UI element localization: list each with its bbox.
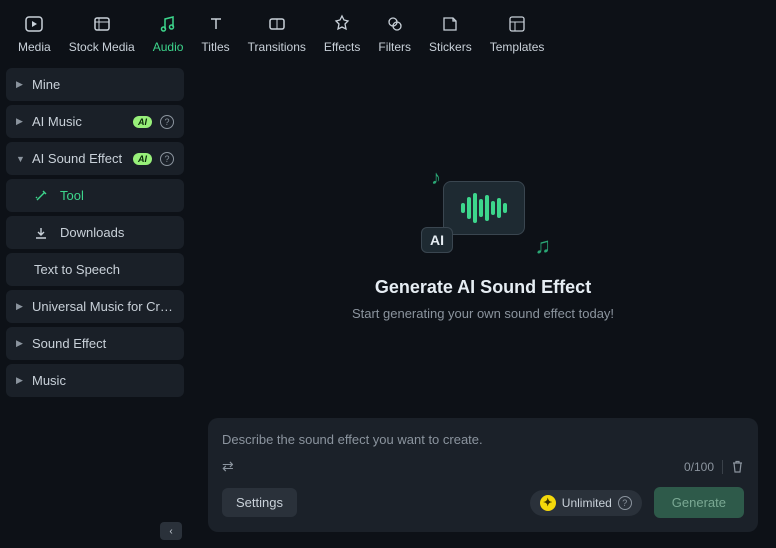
tab-label: Effects <box>324 40 360 54</box>
shuffle-icon[interactable]: ⇄ <box>222 458 234 475</box>
sub-label: Downloads <box>60 225 124 240</box>
sidebar-item-music[interactable]: ▶ Music <box>6 364 184 397</box>
audio-icon <box>156 12 180 36</box>
media-icon <box>22 12 46 36</box>
sidebar-sub-downloads[interactable]: Downloads <box>6 216 184 249</box>
tab-label: Stock Media <box>69 40 135 54</box>
hero-title: Generate AI Sound Effect <box>375 277 591 298</box>
tab-transitions[interactable]: Transitions <box>248 12 306 54</box>
sidebar-label: Mine <box>32 77 174 92</box>
help-icon[interactable]: ? <box>618 496 632 510</box>
stock-icon <box>90 12 114 36</box>
effects-icon <box>330 12 354 36</box>
ai-badge: AI <box>133 116 152 128</box>
music-note-icon: ♫ <box>535 233 552 259</box>
tab-label: Templates <box>490 40 545 54</box>
sidebar-label: Music <box>32 373 174 388</box>
sidebar-item-ai-sound-effect[interactable]: ▼ AI Sound Effect AI ? <box>6 142 184 175</box>
sub-label: Text to Speech <box>34 262 120 277</box>
main-panel: ♪ AI ♫ Generate AI Sound Effect Start ge… <box>190 62 776 548</box>
tab-media[interactable]: Media <box>18 12 51 54</box>
sidebar: ▶ Mine ▶ AI Music AI ? ▼ AI Sound Effect… <box>0 62 190 548</box>
caret-icon: ▼ <box>16 154 24 164</box>
divider <box>722 460 723 474</box>
tab-label: Audio <box>153 40 184 54</box>
tab-label: Stickers <box>429 40 472 54</box>
templates-icon <box>505 12 529 36</box>
waveform-bubble <box>443 181 525 235</box>
tab-label: Titles <box>201 40 229 54</box>
unlimited-label: Unlimited <box>562 496 612 510</box>
caret-icon: ▶ <box>16 301 24 312</box>
sub-label: Tool <box>60 188 84 203</box>
tab-label: Media <box>18 40 51 54</box>
caret-icon: ▶ <box>16 116 24 127</box>
content-area: ▶ Mine ▶ AI Music AI ? ▼ AI Sound Effect… <box>0 62 776 548</box>
tab-filters[interactable]: Filters <box>378 12 411 54</box>
filters-icon <box>383 12 407 36</box>
help-icon[interactable]: ? <box>160 115 174 129</box>
sidebar-label: Sound Effect <box>32 336 174 351</box>
hero-section: ♪ AI ♫ Generate AI Sound Effect Start ge… <box>208 72 758 418</box>
download-icon <box>34 226 50 240</box>
tab-stickers[interactable]: Stickers <box>429 12 472 54</box>
chevron-left-icon: ‹ <box>169 526 172 537</box>
help-icon[interactable]: ? <box>160 152 174 166</box>
hero-illustration: ♪ AI ♫ <box>413 169 553 259</box>
sidebar-sub-tool[interactable]: Tool <box>6 179 184 212</box>
tab-stock-media[interactable]: Stock Media <box>69 12 135 54</box>
char-counter: 0/100 <box>684 460 714 474</box>
caret-icon: ▶ <box>16 79 24 90</box>
generate-button[interactable]: Generate <box>654 487 744 518</box>
settings-button[interactable]: Settings <box>222 488 297 517</box>
sidebar-item-universal-music[interactable]: ▶ Universal Music for Cre... <box>6 290 184 323</box>
tab-titles[interactable]: Titles <box>201 12 229 54</box>
hero-subtitle: Start generating your own sound effect t… <box>352 306 614 321</box>
ai-badge: AI <box>133 153 152 165</box>
prompt-input[interactable]: Describe the sound effect you want to cr… <box>222 432 744 450</box>
sidebar-label: Universal Music for Cre... <box>32 299 174 314</box>
sidebar-item-sound-effect[interactable]: ▶ Sound Effect <box>6 327 184 360</box>
prompt-panel: Describe the sound effect you want to cr… <box>208 418 758 532</box>
sidebar-sub-text-to-speech[interactable]: Text to Speech <box>6 253 184 286</box>
coin-icon: ✦ <box>540 495 556 511</box>
tab-audio[interactable]: Audio <box>153 12 184 54</box>
sidebar-label: AI Sound Effect <box>32 151 125 166</box>
titles-icon <box>204 12 228 36</box>
sidebar-item-ai-music[interactable]: ▶ AI Music AI ? <box>6 105 184 138</box>
caret-icon: ▶ <box>16 338 24 349</box>
tab-label: Filters <box>378 40 411 54</box>
unlimited-pill[interactable]: ✦ Unlimited ? <box>530 490 642 516</box>
collapse-sidebar-button[interactable]: ‹ <box>160 522 182 540</box>
caret-icon: ▶ <box>16 375 24 386</box>
trash-icon[interactable] <box>731 460 744 473</box>
wand-icon <box>34 189 50 203</box>
transitions-icon <box>265 12 289 36</box>
stickers-icon <box>438 12 462 36</box>
tab-label: Transitions <box>248 40 306 54</box>
tab-effects[interactable]: Effects <box>324 12 360 54</box>
ai-label-block: AI <box>421 227 453 253</box>
tab-templates[interactable]: Templates <box>490 12 545 54</box>
sidebar-label: AI Music <box>32 114 125 129</box>
top-toolbar: Media Stock Media Audio Titles Transitio… <box>0 0 776 62</box>
music-note-icon: ♪ <box>431 167 441 190</box>
sidebar-item-mine[interactable]: ▶ Mine <box>6 68 184 101</box>
